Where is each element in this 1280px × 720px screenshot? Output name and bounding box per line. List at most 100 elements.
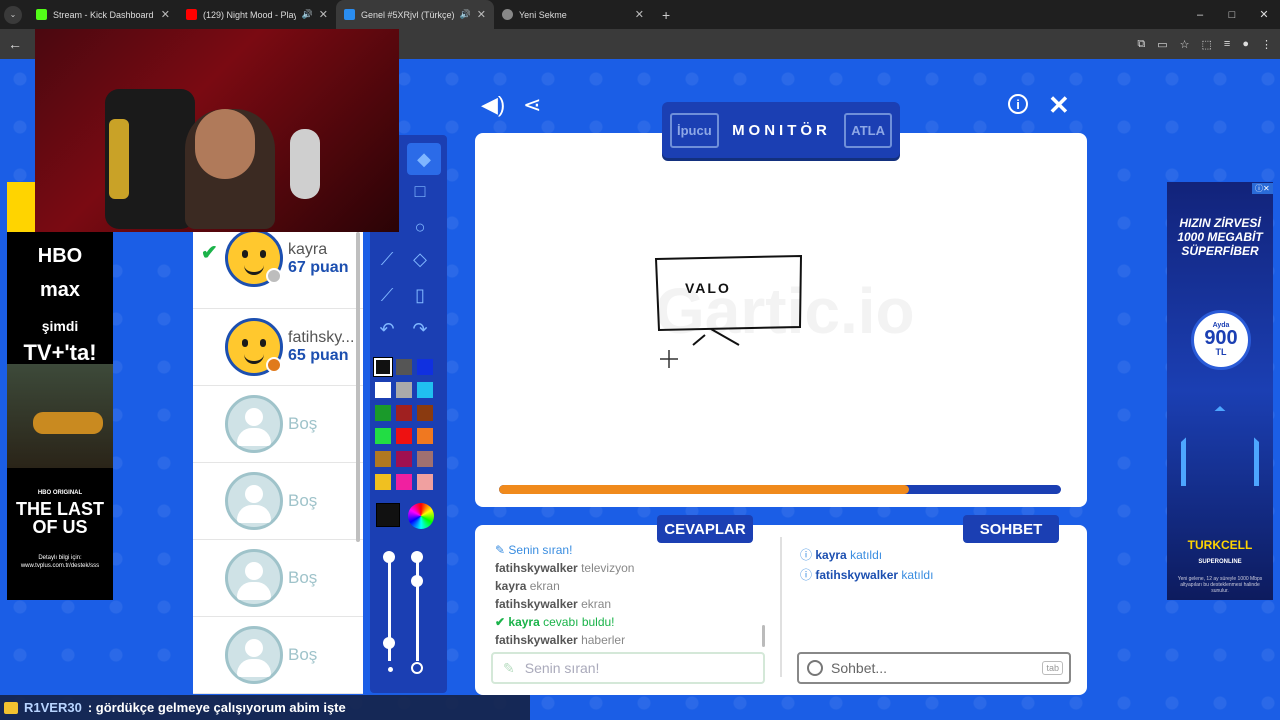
size-large-dot — [411, 662, 423, 674]
max-logo-text: max — [39, 279, 81, 301]
empty-slot-label: Boş — [288, 414, 318, 433]
empty-slot-label: Boş — [288, 568, 318, 587]
color-swatch[interactable] — [395, 404, 413, 422]
stream-chat-message: : gördükçe gelmeye çalışıyorum abim işte — [87, 700, 346, 715]
color-swatch[interactable] — [416, 473, 434, 491]
tab-gartic-game[interactable]: Genel #5XRjvl (Türkçe) - Ga 🔊 ✕ — [336, 0, 494, 29]
chrome-favicon-icon — [502, 9, 513, 20]
info-icon[interactable]: i — [1008, 94, 1028, 114]
color-swatch[interactable] — [395, 358, 413, 376]
chair-accent — [109, 119, 129, 199]
current-color-swatch — [376, 503, 400, 527]
answer-user: fatihskywalker — [495, 633, 578, 647]
color-swatch[interactable] — [374, 404, 392, 422]
ad-text: şimdi — [41, 318, 79, 334]
sound-icon[interactable]: ◀) — [481, 92, 505, 118]
color-swatch[interactable] — [374, 473, 392, 491]
translate-icon[interactable]: ⧉ — [1137, 38, 1145, 51]
tab-youtube-playlist[interactable]: (129) Night Mood - Playlist 🔊 ✕ — [178, 0, 336, 29]
maximize-button[interactable]: □ — [1216, 9, 1248, 21]
color-swatch[interactable] — [395, 381, 413, 399]
color-swatch[interactable] — [416, 404, 434, 422]
color-swatch[interactable] — [416, 427, 434, 445]
player-row[interactable]: ✔ kayra 67 puan — [193, 232, 363, 309]
new-tab-button[interactable]: + — [652, 7, 680, 23]
profile-avatar-icon[interactable]: ● — [1242, 38, 1249, 50]
extensions-icon[interactable]: ⬚ — [1202, 38, 1212, 51]
undo-tool-icon[interactable]: ↶ — [370, 313, 404, 345]
page-tool-icon[interactable]: ▯ — [403, 279, 437, 311]
close-tab-icon[interactable]: ✕ — [319, 8, 328, 21]
ad-url-line: www.tvplus.com.tr/destek/sss — [20, 563, 100, 569]
your-turn-line: ✎ Senin sıran! — [495, 543, 573, 557]
rectangle-tool-icon[interactable]: □ — [403, 175, 437, 207]
drawing-canvas[interactable]: Gartic.io VALO — [475, 133, 1087, 507]
the-last-of-us-ad: HBO ORIGINAL THE LAST OF US Detaylı bilg… — [7, 468, 113, 600]
answer-input[interactable]: ✎ Senin sıran! — [491, 652, 765, 684]
tab-search-icon[interactable]: ⌄ — [4, 5, 22, 24]
window-controls: – □ ✕ — [1184, 0, 1280, 29]
line-tool-icon[interactable]: ⟋ — [370, 243, 404, 275]
color-swatch[interactable] — [374, 450, 392, 468]
close-tab-icon[interactable]: ✕ — [635, 8, 644, 21]
color-swatch[interactable] — [374, 381, 392, 399]
color-swatch[interactable] — [416, 381, 434, 399]
audio-icon[interactable]: 🔊 — [460, 9, 471, 20]
skip-button[interactable]: ATLA — [844, 112, 892, 148]
hint-button[interactable]: İpucu — [670, 112, 719, 148]
player-list-scrollbar[interactable] — [356, 232, 360, 542]
right-ad-banner[interactable]: HIZIN ZİRVESİ 1000 MEGABİT SÜPERFİBER Ay… — [1167, 182, 1273, 600]
close-tab-icon[interactable]: ✕ — [161, 8, 170, 21]
color-swatch[interactable] — [395, 473, 413, 491]
menu-dots-icon[interactable]: ⋮ — [1261, 38, 1272, 51]
chat-tab[interactable]: SOHBET — [963, 515, 1059, 543]
close-game-icon[interactable]: ✕ — [1048, 90, 1070, 121]
eyedropper-tool-icon[interactable]: ⟋ — [370, 279, 404, 311]
color-swatch[interactable] — [374, 427, 392, 445]
opacity-slider-knob[interactable] — [411, 575, 423, 587]
chat-input[interactable]: Sohbet... tab — [797, 652, 1071, 684]
opacity-slider-knob[interactable] — [411, 551, 423, 563]
player-row[interactable]: fatihsky... 65 puan — [193, 309, 363, 386]
size-slider-knob[interactable] — [383, 637, 395, 649]
close-tab-icon[interactable]: ✕ — [477, 8, 486, 21]
color-swatch[interactable] — [416, 358, 434, 376]
hbo-original-label: HBO ORIGINAL — [37, 490, 83, 496]
webcam-overlay — [35, 29, 399, 232]
color-swatch[interactable] — [416, 450, 434, 468]
ad-headline: 1000 MEGABİT — [1177, 230, 1263, 244]
bookmark-star-icon[interactable]: ☆ — [1180, 38, 1190, 51]
answer-line: kayra ekran — [495, 577, 765, 595]
answers-tab[interactable]: CEVAPLAR — [657, 515, 753, 543]
house-icon — [1181, 406, 1259, 486]
color-swatch[interactable] — [395, 427, 413, 445]
redo-tool-icon[interactable]: ↷ — [403, 313, 437, 345]
ad-choices-icon[interactable]: ⓘ✕ — [1252, 183, 1273, 194]
answer-text: ekran — [581, 597, 612, 611]
media-icon[interactable]: ≡ — [1224, 38, 1230, 50]
audio-icon[interactable]: 🔊 — [302, 9, 313, 20]
back-arrow-icon[interactable]: ← — [8, 36, 22, 52]
minimize-button[interactable]: – — [1184, 9, 1216, 21]
fill-tool-icon[interactable]: ◇ — [403, 243, 437, 275]
chat-placeholder: Sohbet... — [831, 660, 888, 676]
color-wheel-icon[interactable] — [408, 503, 434, 529]
hbo-logo-text: HBO — [37, 245, 83, 267]
size-slider-knob[interactable] — [383, 551, 395, 563]
color-swatch[interactable] — [373, 357, 393, 377]
chat-text: katıldı — [850, 548, 883, 562]
cast-icon[interactable]: ▭ — [1157, 38, 1167, 51]
ellipse-tool-icon[interactable]: ○ — [403, 211, 437, 243]
pen-tool-icon[interactable]: ◆ — [407, 143, 441, 175]
share-icon[interactable]: ⋖ — [523, 92, 541, 118]
info-icon: ⓘ — [800, 548, 813, 562]
stream-chat-overlay: R1VER30 : gördükçe gelmeye çalışıyorum a… — [0, 695, 530, 720]
color-swatch[interactable] — [395, 450, 413, 468]
price-badge: Ayda 900 TL — [1191, 310, 1251, 370]
answers-scrollbar[interactable] — [762, 625, 765, 647]
tab-new-tab[interactable]: Yeni Sekme ✕ — [494, 0, 652, 29]
player-name: kayra — [288, 241, 328, 258]
close-window-button[interactable]: ✕ — [1248, 8, 1280, 21]
left-ad-banner[interactable]: HBO max şimdi TV+'ta! HBO ORIGINAL THE L… — [7, 232, 113, 600]
tab-kick-dashboard[interactable]: Stream - Kick Dashboard ✕ — [28, 0, 178, 29]
